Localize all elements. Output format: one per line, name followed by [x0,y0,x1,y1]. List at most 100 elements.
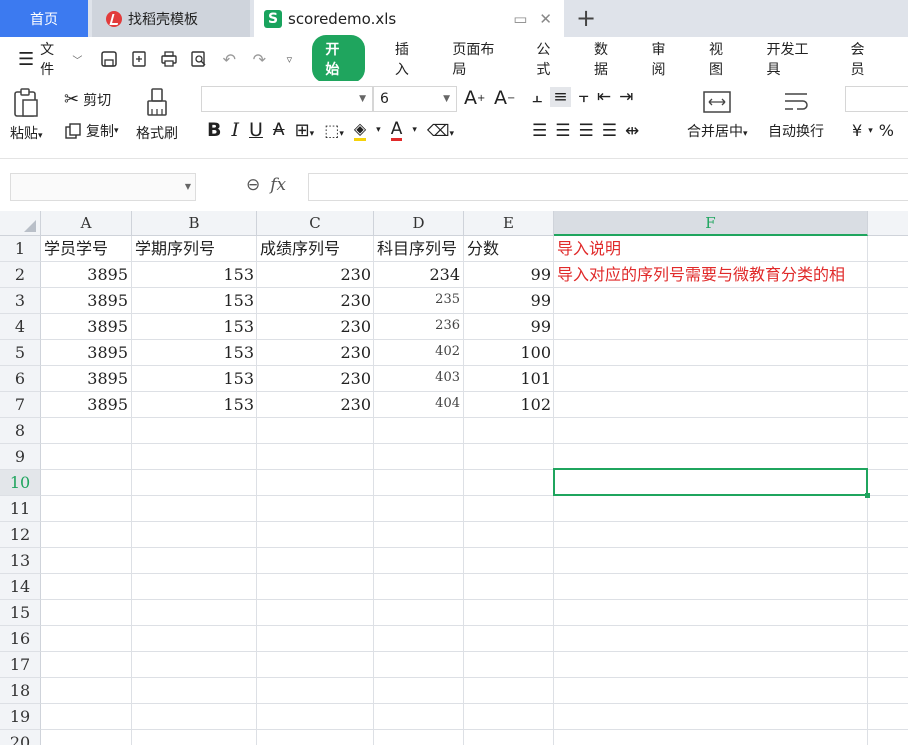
distributed-icon[interactable]: ⇹ [625,121,639,141]
cut-button[interactable]: ✂ 剪切 [64,89,111,110]
redo-icon[interactable]: ↷ [250,50,268,69]
font-name-select[interactable]: ▼ [201,86,373,112]
row-header[interactable]: 14 [0,574,41,600]
file-menu[interactable]: ☰ 文件 ﹀ [18,39,82,79]
cell[interactable]: 99 [464,314,554,340]
font-size-select[interactable]: 6 ▼ [373,86,457,112]
export-pdf-icon[interactable] [130,50,148,68]
increase-indent-icon[interactable]: ⇥ [619,87,633,107]
row-header[interactable]: 13 [0,548,41,574]
cell[interactable]: 153 [132,262,257,288]
cell[interactable]: 3895 [41,288,131,314]
menu-tab-view[interactable]: 视图 [709,39,736,79]
row-header-selected[interactable]: 10 [0,470,41,496]
cell[interactable]: 230 [257,314,374,340]
new-tab-icon[interactable]: + [576,4,596,32]
cell-d1[interactable]: 科目序列号 [374,236,463,262]
copy-button[interactable]: 复制 ▾ [64,121,119,141]
column-header-a[interactable]: A [41,211,132,236]
align-center-icon[interactable]: ☰ [555,121,570,141]
decrease-indent-icon[interactable]: ⇤ [597,87,611,107]
menu-tab-home[interactable]: 开始 [312,35,365,83]
active-cell-f10[interactable] [553,468,870,498]
menu-tab-member[interactable]: 会员 [851,39,878,79]
cell[interactable]: 3895 [41,262,131,288]
row-header[interactable]: 9 [0,444,41,470]
cell[interactable]: 3895 [41,340,131,366]
column-header-f[interactable]: F [554,211,868,236]
cell-f2[interactable]: 导入对应的序列号需要与微教育分类的相 [554,262,908,288]
align-top-icon[interactable]: ⫠ [532,87,542,107]
customize-toolbar-icon[interactable]: ▿ [280,50,298,68]
print-icon[interactable] [160,50,178,68]
cell-a1[interactable]: 学员学号 [41,236,131,262]
cell[interactable]: 3895 [41,366,131,392]
tab-document[interactable]: S scoredemo.xls ▭ ✕ [254,0,564,37]
select-all-corner[interactable] [0,211,41,236]
currency-icon[interactable]: ¥ [852,121,862,140]
align-left-icon[interactable]: ☰ [532,121,547,141]
bold-icon[interactable]: B [207,119,221,141]
format-painter-button[interactable]: 格式刷 [136,87,178,143]
cell[interactable]: 403 [374,366,463,392]
column-header-d[interactable]: D [374,211,464,236]
cell[interactable]: 153 [132,314,257,340]
cell[interactable]: 230 [257,340,374,366]
row-header[interactable]: 19 [0,704,41,730]
undo-icon[interactable]: ↶ [220,50,238,69]
cell[interactable]: 153 [132,366,257,392]
clear-format-icon[interactable]: ⌫▾ [427,121,454,140]
cell[interactable]: 230 [257,392,374,418]
row-header[interactable]: 17 [0,652,41,678]
menu-tab-page-layout[interactable]: 页面布局 [452,39,505,79]
save-icon[interactable] [100,50,118,68]
row-header[interactable]: 11 [0,496,41,522]
cell-c1[interactable]: 成绩序列号 [257,236,374,262]
cell[interactable]: 236 [374,314,463,340]
column-header-b[interactable]: B [132,211,257,236]
underline-icon[interactable]: U [249,119,263,141]
percent-icon[interactable]: % [879,121,894,140]
column-header-e[interactable]: E [464,211,554,236]
paste-button[interactable]: 粘贴▾ [10,87,43,143]
menu-tab-insert[interactable]: 插入 [395,39,422,79]
align-right-icon[interactable]: ☰ [579,121,594,141]
row-header[interactable]: 7 [0,392,41,418]
justify-icon[interactable]: ☰ [602,121,617,141]
float-window-icon[interactable]: ▭ [513,10,527,28]
cell-e1[interactable]: 分数 [464,236,554,262]
cell[interactable]: 153 [132,392,257,418]
row-header[interactable]: 5 [0,340,41,366]
formula-input[interactable] [308,173,908,201]
cell[interactable]: 99 [464,262,554,288]
row-header[interactable]: 20 [0,730,41,745]
cell[interactable]: 3895 [41,314,131,340]
insert-function-icon[interactable]: fx [270,175,286,195]
cell[interactable]: 101 [464,366,554,392]
decrease-font-icon[interactable]: A − [494,87,515,109]
row-header[interactable]: 4 [0,314,41,340]
row-header[interactable]: 1 [0,236,41,262]
tab-template[interactable]: 找稻壳模板 [92,0,250,37]
strikethrough-icon[interactable]: A [273,120,285,140]
cell-b1[interactable]: 学期序列号 [132,236,257,262]
cell[interactable]: 102 [464,392,554,418]
cell[interactable]: 230 [257,262,374,288]
cell[interactable]: 230 [257,366,374,392]
row-header[interactable]: 16 [0,626,41,652]
merge-center-button[interactable]: 合并居中▾ [687,89,748,141]
row-header[interactable]: 8 [0,418,41,444]
cell[interactable]: 402 [374,340,463,366]
cell[interactable]: 234 [374,262,463,288]
cell[interactable]: 235 [374,288,463,314]
align-bottom-icon[interactable]: ⫟ [579,87,589,107]
cell[interactable]: 3895 [41,392,131,418]
menu-tab-data[interactable]: 数据 [594,39,621,79]
cell[interactable]: 99 [464,288,554,314]
cell[interactable]: 404 [374,392,463,418]
print-preview-icon[interactable] [190,50,208,68]
menu-tab-formulas[interactable]: 公式 [536,39,563,79]
zoom-search-icon[interactable]: ⊖ [246,175,260,195]
row-header[interactable]: 15 [0,600,41,626]
number-format-select[interactable] [845,86,908,112]
